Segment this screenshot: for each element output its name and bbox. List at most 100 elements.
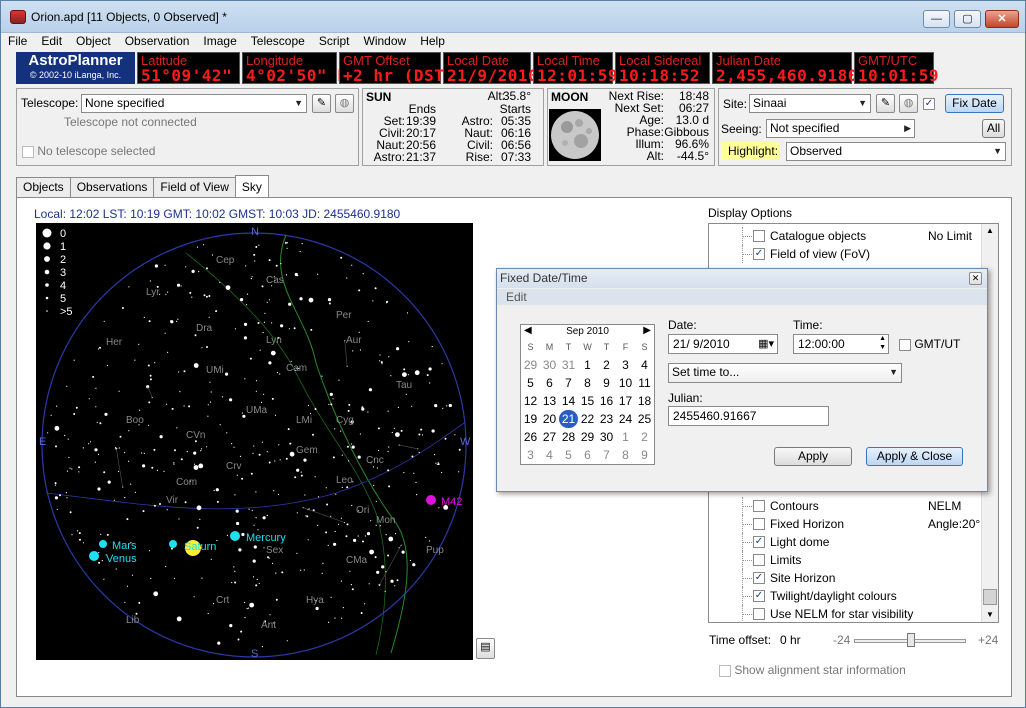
site-edit-icon[interactable]: ✎	[876, 94, 895, 113]
all-button[interactable]: All	[982, 119, 1005, 138]
tab-sky[interactable]: Sky	[234, 175, 269, 197]
time-spinner-icon[interactable]: ▲ ▼	[879, 334, 886, 352]
calendar-day[interactable]: 17	[616, 392, 635, 410]
display-option-row[interactable]: Catalogue objects No Limit	[709, 227, 981, 245]
menu-edit[interactable]: Edit	[34, 33, 69, 51]
planet-mercury[interactable]	[230, 531, 240, 541]
date-field[interactable]: 21/ 9/2010 ▦▾	[668, 334, 778, 354]
close-button[interactable]: ✕	[985, 10, 1019, 28]
tab-field-of-view[interactable]: Field of View	[153, 177, 236, 197]
calendar-day[interactable]: 22	[578, 410, 597, 428]
maximize-button[interactable]: ▢	[954, 10, 981, 28]
calendar-day[interactable]: 2	[635, 428, 654, 446]
gmt-checkbox[interactable]: GMT/UT	[899, 337, 960, 351]
time-offset-thumb[interactable]	[907, 633, 915, 647]
calendar-day[interactable]: 23	[597, 410, 616, 428]
apply-button[interactable]: Apply	[774, 447, 852, 466]
display-option-checkbox[interactable]: ✓	[753, 248, 765, 260]
menu-image[interactable]: Image	[196, 33, 243, 51]
calendar-day[interactable]: 30	[540, 356, 559, 374]
scroll-thumb[interactable]	[983, 589, 997, 605]
calendar-day[interactable]: 10	[616, 374, 635, 392]
sky-map[interactable]: Lyr Her Dra Cam Boo CVn UMa Lyn Aur Tau Crv Vir Leo C…	[36, 223, 473, 660]
calendar-day[interactable]: 21	[559, 410, 578, 428]
calendar-day[interactable]: 15	[578, 392, 597, 410]
calendar-day[interactable]: 28	[559, 428, 578, 446]
calendar-day[interactable]: 16	[597, 392, 616, 410]
planet-venus[interactable]	[89, 551, 99, 561]
menu-help[interactable]: Help	[413, 33, 452, 51]
calendar-day[interactable]: 8	[616, 446, 635, 464]
calendar-day[interactable]: 29	[578, 428, 597, 446]
site-select[interactable]: Sinaai ▼	[749, 94, 871, 113]
calendar-day[interactable]: 6	[540, 374, 559, 392]
calendar-day[interactable]: 3	[521, 446, 540, 464]
calendar-day[interactable]: 24	[616, 410, 635, 428]
calendar-day[interactable]: 14	[559, 392, 578, 410]
dialog-menu-edit[interactable]: Edit	[497, 289, 987, 305]
time-field[interactable]: 12:00:00 ▲ ▼	[793, 334, 889, 354]
planet-mars[interactable]	[99, 540, 107, 548]
display-option-checkbox[interactable]: ✓	[753, 572, 765, 584]
calendar-day[interactable]: 3	[616, 356, 635, 374]
seeing-select[interactable]: Not specified ▶	[766, 119, 915, 138]
telescope-connect-icon[interactable]: ◍	[335, 94, 354, 113]
display-option-row[interactable]: ✓ Field of view (FoV)	[709, 245, 981, 263]
calendar-day[interactable]: 2	[597, 356, 616, 374]
tab-objects[interactable]: Objects	[16, 177, 71, 197]
calendar-day[interactable]: 7	[597, 446, 616, 464]
scroll-down-icon[interactable]: ▼	[986, 610, 994, 619]
calendar-day[interactable]: 18	[635, 392, 654, 410]
display-option-checkbox[interactable]: ✓	[753, 536, 765, 548]
scroll-up-icon[interactable]: ▲	[986, 226, 994, 235]
calendar-day[interactable]: 4	[540, 446, 559, 464]
fix-date-button[interactable]: Fix Date	[945, 94, 1004, 113]
calendar-day[interactable]: 13	[540, 392, 559, 410]
telescope-edit-icon[interactable]: ✎	[312, 94, 331, 113]
fix-date-checkbox[interactable]: ✓	[923, 96, 935, 110]
calendar-day[interactable]: 7	[559, 374, 578, 392]
display-option-checkbox[interactable]	[753, 554, 765, 566]
map-settings-icon[interactable]: ▤	[476, 638, 495, 659]
highlight-select[interactable]: Observed ▼	[786, 142, 1006, 161]
calendar-day[interactable]: 12	[521, 392, 540, 410]
display-option-row[interactable]: ✓ Light dome	[709, 533, 981, 551]
calendar-day[interactable]: 6	[578, 446, 597, 464]
menu-object[interactable]: Object	[69, 33, 118, 51]
calendar-day[interactable]: 11	[635, 374, 654, 392]
set-time-select[interactable]: Set time to... ▼	[668, 363, 902, 383]
alignment-star-checkbox[interactable]: Show alignment star information	[719, 663, 906, 677]
calendar-day[interactable]: 1	[578, 356, 597, 374]
display-option-checkbox[interactable]	[753, 500, 765, 512]
menu-telescope[interactable]: Telescope	[244, 33, 312, 51]
display-option-checkbox[interactable]	[753, 608, 765, 620]
telescope-select[interactable]: None specified ▼	[81, 94, 307, 113]
calendar-day[interactable]: 25	[635, 410, 654, 428]
calendar-day[interactable]: 5	[559, 446, 578, 464]
apply-close-button[interactable]: Apply & Close	[866, 447, 963, 466]
menu-file[interactable]: File	[1, 33, 34, 51]
calendar-day[interactable]: 30	[597, 428, 616, 446]
display-option-row[interactable]: Fixed Horizon Angle:20°	[709, 515, 981, 533]
calendar-day[interactable]: 27	[540, 428, 559, 446]
site-globe-icon[interactable]: ◍	[899, 94, 918, 113]
calendar-day[interactable]: 29	[521, 356, 540, 374]
julian-field[interactable]: 2455460.91667	[668, 406, 829, 426]
display-option-row[interactable]: ✓ Site Horizon	[709, 569, 981, 587]
calendar-dropdown-icon[interactable]: ▦▾	[758, 335, 774, 353]
calendar-day[interactable]: 20	[540, 410, 559, 428]
display-option-checkbox[interactable]	[753, 230, 765, 242]
calendar-next-icon[interactable]: ▶	[643, 325, 651, 337]
calendar-day[interactable]: 9	[597, 374, 616, 392]
display-option-row[interactable]: Contours NELM	[709, 497, 981, 515]
menu-window[interactable]: Window	[357, 33, 414, 51]
menu-script[interactable]: Script	[312, 33, 357, 51]
calendar-day[interactable]: 26	[521, 428, 540, 446]
calendar-day[interactable]: 5	[521, 374, 540, 392]
calendar-day[interactable]: 9	[635, 446, 654, 464]
display-option-checkbox[interactable]	[753, 518, 765, 530]
no-telescope-checkbox[interactable]: No telescope selected	[22, 144, 155, 158]
calendar-day[interactable]: 19	[521, 410, 540, 428]
calendar-day[interactable]: 31	[559, 356, 578, 374]
calendar-day[interactable]: 1	[616, 428, 635, 446]
